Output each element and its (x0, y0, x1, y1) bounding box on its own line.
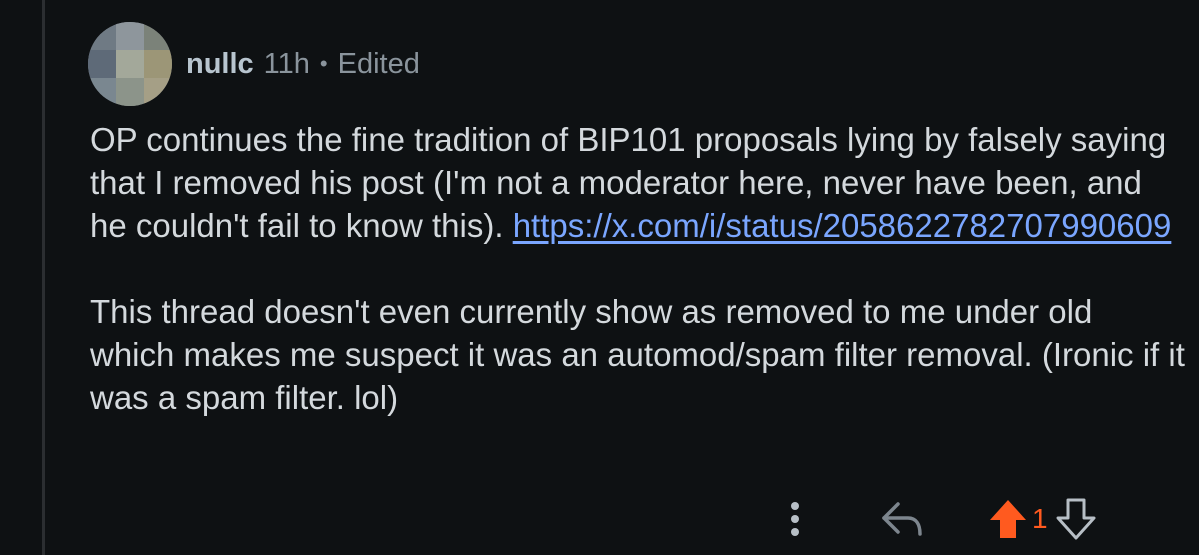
comment-paragraph-2: This thread doesn't even currently show … (90, 293, 1185, 416)
comment-paragraph-1: OP continues the fine tradition of BIP10… (90, 118, 1185, 247)
comment-page: nullc 11h • Edited OP continues the fine… (0, 0, 1199, 555)
upvote-button[interactable] (986, 494, 1030, 544)
comment-header: nullc 11h • Edited (186, 44, 420, 84)
avatar-pixel (88, 22, 116, 50)
downvote-arrow-icon (1056, 498, 1096, 540)
avatar-pixel (88, 50, 116, 78)
avatar-pixel (88, 78, 116, 106)
avatar-pixel (144, 78, 172, 106)
more-vertical-icon (791, 502, 799, 536)
reply-button[interactable] (876, 494, 932, 544)
upvote-arrow-icon (990, 500, 1026, 538)
comment-timestamp[interactable]: 11h (264, 48, 310, 81)
avatar-pixel (144, 50, 172, 78)
avatar-pixel (116, 22, 144, 50)
vote-controls: 1 (986, 494, 1126, 544)
vote-score: 1 (1032, 503, 1048, 534)
separator-dot: • (319, 51, 328, 76)
comment-body: OP continues the fine tradition of BIP10… (90, 118, 1185, 419)
downvote-button[interactable] (1054, 494, 1098, 544)
thread-line[interactable] (42, 0, 45, 555)
more-options-button[interactable] (772, 494, 818, 544)
avatar-pixel (144, 22, 172, 50)
avatar[interactable] (88, 22, 172, 106)
reply-arrow-icon (882, 502, 922, 536)
avatar-pixel (116, 50, 144, 78)
avatar-pixel (116, 78, 144, 106)
edited-label: Edited (337, 47, 420, 80)
status-link[interactable]: https://x.com/i/status/20586227827079906… (513, 207, 1172, 244)
author-name[interactable]: nullc (186, 48, 254, 81)
